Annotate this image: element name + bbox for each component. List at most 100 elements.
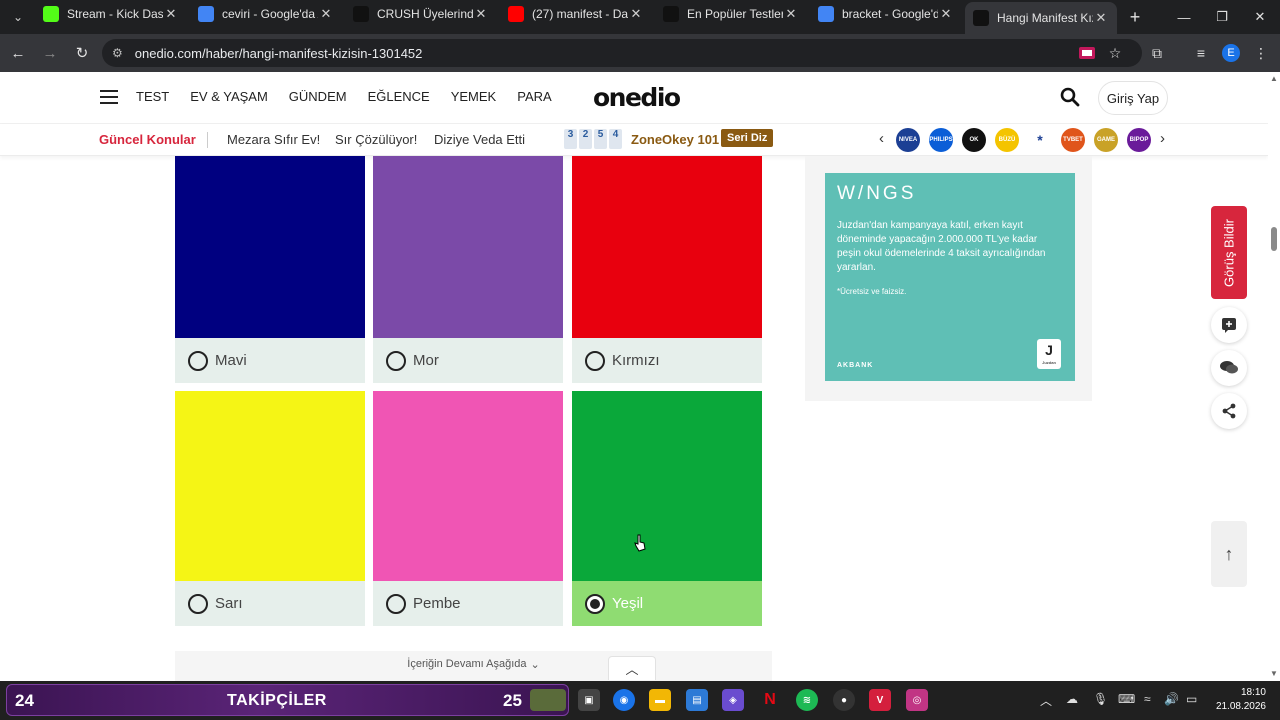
option-label-row[interactable]: Mor bbox=[373, 338, 563, 383]
wifi-icon[interactable]: ≈ bbox=[1144, 692, 1151, 706]
add-note-icon[interactable] bbox=[1211, 307, 1247, 343]
instagram-icon[interactable]: ◎ bbox=[906, 689, 928, 711]
continue-reading-bar[interactable]: İçeriğin Devamı Aşağıda ⌄ bbox=[175, 651, 772, 681]
chrome-icon[interactable]: ◉ bbox=[613, 689, 635, 711]
brand-logo[interactable]: OK bbox=[962, 128, 986, 152]
url-field[interactable]: ⚙ onedio.com/haber/hangi-manifest-kizisi… bbox=[102, 39, 1142, 67]
radio-button[interactable] bbox=[386, 593, 406, 614]
game-app-icon[interactable] bbox=[530, 689, 566, 711]
zoneokey-tiles-icon[interactable]: 3 2 5 4 bbox=[564, 129, 622, 149]
tab-close-icon[interactable]: ✕ bbox=[938, 6, 954, 22]
option-label-row[interactable]: Mavi bbox=[175, 338, 365, 383]
option-label-row[interactable]: Yeşil bbox=[572, 581, 762, 626]
topic-link[interactable]: Mezara Sıfır Ev! bbox=[227, 132, 320, 147]
login-button[interactable]: Giriş Yap bbox=[1098, 81, 1168, 115]
quiz-option[interactable]: Sarı bbox=[175, 391, 365, 626]
brand-logo[interactable]: * bbox=[1028, 128, 1052, 152]
brand-logo[interactable]: PHILIPS bbox=[929, 128, 953, 152]
option-label-row[interactable]: Pembe bbox=[373, 581, 563, 626]
color-swatch[interactable] bbox=[572, 156, 762, 338]
maximize-icon[interactable]: ❐ bbox=[1203, 0, 1241, 34]
media-control-icon[interactable]: ≡ bbox=[1186, 38, 1216, 68]
obs-icon[interactable]: ● bbox=[833, 689, 855, 711]
cast-icon[interactable] bbox=[1072, 38, 1102, 68]
netflix-icon[interactable]: N bbox=[759, 689, 781, 711]
topic-link[interactable]: Diziye Veda Etti bbox=[434, 132, 525, 147]
scroll-to-top-arrow-icon[interactable]: ↑ bbox=[1211, 521, 1247, 587]
site-info-icon[interactable]: ⚙ bbox=[112, 46, 123, 60]
onedio-logo[interactable]: onedio bbox=[593, 83, 681, 112]
microphone-icon[interactable]: 🎙 bbox=[1093, 692, 1108, 706]
tab-close-icon[interactable]: ✕ bbox=[1093, 10, 1109, 26]
tab-close-icon[interactable]: ✕ bbox=[473, 6, 489, 22]
brand-logo[interactable]: GAME bbox=[1094, 128, 1118, 152]
nav-item[interactable]: GÜNDEM bbox=[289, 89, 347, 104]
new-tab-plus-icon[interactable]: + bbox=[1121, 3, 1149, 31]
brand-logo[interactable]: NIVEA bbox=[896, 128, 920, 152]
window-close-icon[interactable]: ✕ bbox=[1241, 0, 1279, 34]
radio-button[interactable] bbox=[585, 593, 605, 614]
color-swatch[interactable] bbox=[175, 156, 365, 338]
browser-tab[interactable]: bracket - Google'da Ara✕ bbox=[810, 0, 962, 28]
quiz-option[interactable]: Yeşil bbox=[572, 391, 762, 626]
quiz-option[interactable]: Kırmızı bbox=[572, 156, 762, 383]
search-icon[interactable] bbox=[1060, 87, 1082, 109]
keyboard-icon[interactable]: ⌨ bbox=[1118, 692, 1135, 706]
feedback-button[interactable]: Görüş Bildir bbox=[1211, 206, 1247, 299]
task-view-icon[interactable]: ▣ bbox=[578, 689, 600, 711]
hamburger-menu-icon[interactable] bbox=[100, 90, 118, 104]
brands-next-icon[interactable]: › bbox=[1160, 130, 1165, 147]
akbank-wings-ad[interactable]: W/NGS Juzdan'dan kampanyaya katıl, erken… bbox=[825, 173, 1075, 381]
valorant-icon[interactable]: V bbox=[869, 689, 891, 711]
radio-button[interactable] bbox=[386, 350, 406, 371]
quiz-option[interactable]: Mavi bbox=[175, 156, 365, 383]
back-arrow-icon[interactable]: ← bbox=[4, 39, 32, 67]
color-swatch[interactable] bbox=[373, 156, 563, 338]
radio-button[interactable] bbox=[585, 350, 605, 371]
browser-menu-icon[interactable]: ⋮ bbox=[1246, 38, 1276, 68]
nav-item[interactable]: PARA bbox=[517, 89, 551, 104]
reload-icon[interactable]: ↻ bbox=[68, 39, 96, 67]
brand-logo[interactable]: BÜZÜ bbox=[995, 128, 1019, 152]
volume-icon[interactable]: 🔊 bbox=[1164, 692, 1179, 706]
share-icon[interactable] bbox=[1211, 393, 1247, 429]
radio-button[interactable] bbox=[188, 350, 208, 371]
brand-logo[interactable]: TVBET bbox=[1061, 128, 1085, 152]
nav-item[interactable]: YEMEK bbox=[451, 89, 497, 104]
scrollbar-thumb[interactable] bbox=[1271, 227, 1277, 251]
browser-tab[interactable]: CRUSH Üyelerinden Hangisi✕ bbox=[345, 0, 497, 28]
tab-close-icon[interactable]: ✕ bbox=[163, 6, 179, 22]
brands-prev-icon[interactable]: ‹ bbox=[879, 130, 884, 147]
browser-tab[interactable]: (27) manifest - Daha Fazla✕ bbox=[500, 0, 652, 28]
zoneokey-link[interactable]: ZoneOkey 101 bbox=[631, 132, 719, 147]
browser-tab[interactable]: En Popüler Testler ve✕ bbox=[655, 0, 807, 28]
color-swatch[interactable] bbox=[373, 391, 563, 581]
spotify-icon[interactable]: ≋ bbox=[796, 689, 818, 711]
nav-item[interactable]: TEST bbox=[136, 89, 169, 104]
option-label-row[interactable]: Sarı bbox=[175, 581, 365, 626]
brand-logo[interactable]: BIPOP bbox=[1127, 128, 1151, 152]
comments-icon[interactable] bbox=[1211, 350, 1247, 386]
option-label-row[interactable]: Kırmızı bbox=[572, 338, 762, 383]
nav-item[interactable]: EĞLENCE bbox=[368, 89, 430, 104]
tab-close-icon[interactable]: ✕ bbox=[783, 6, 799, 22]
minimize-icon[interactable]: — bbox=[1165, 0, 1203, 34]
quiz-option[interactable]: Mor bbox=[373, 156, 563, 383]
photo-app-icon[interactable]: ◈ bbox=[722, 689, 744, 711]
tray-overflow-chevron-icon[interactable]: ︿ bbox=[1040, 692, 1052, 709]
file-explorer-icon[interactable]: ▬ bbox=[649, 689, 671, 711]
tab-close-icon[interactable]: ✕ bbox=[318, 6, 334, 22]
color-swatch[interactable] bbox=[572, 391, 762, 581]
onedrive-icon[interactable]: ☁ bbox=[1066, 692, 1078, 706]
radio-button[interactable] bbox=[188, 593, 208, 614]
tab-search-chevron-icon[interactable]: ⌄ bbox=[4, 3, 32, 31]
bookmark-star-icon[interactable]: ☆ bbox=[1100, 38, 1130, 68]
quiz-option[interactable]: Pembe bbox=[373, 391, 563, 626]
topic-link[interactable]: Sır Çözülüyor! bbox=[335, 132, 417, 147]
chevron-up-icon[interactable]: ︿ bbox=[608, 656, 656, 680]
browser-tab[interactable]: ceviri - Google'da Ara✕ bbox=[190, 0, 342, 28]
store-icon[interactable]: ▤ bbox=[686, 689, 708, 711]
page-scrollbar[interactable]: ▲ ▼ bbox=[1268, 72, 1280, 681]
scroll-down-arrow-icon[interactable]: ▼ bbox=[1270, 669, 1278, 678]
tab-close-icon[interactable]: ✕ bbox=[628, 6, 644, 22]
